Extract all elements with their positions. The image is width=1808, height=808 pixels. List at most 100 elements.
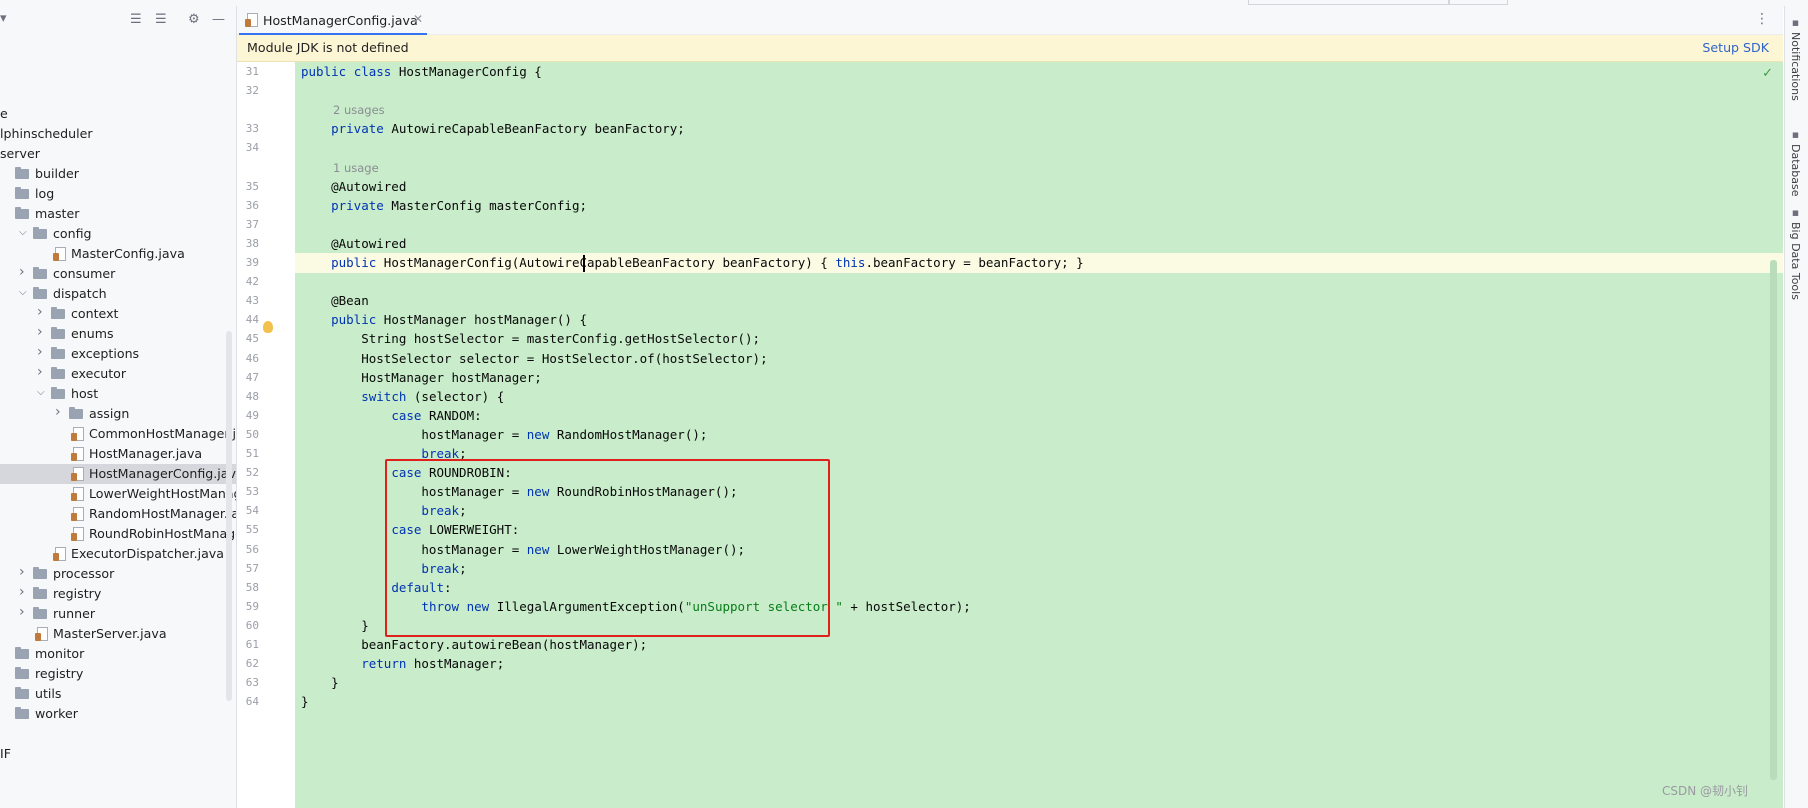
tree-folder-item[interactable]: utils xyxy=(0,684,236,704)
chevron-down-icon[interactable]: ⌵ xyxy=(19,227,27,238)
folder-icon xyxy=(33,267,47,279)
lightbulb-icon[interactable] xyxy=(263,321,273,333)
line-number: 35 xyxy=(245,180,259,193)
code-line: return hostManager; xyxy=(361,656,505,671)
inspection-ok-icon: ✓ xyxy=(1762,66,1773,81)
project-scrollbar[interactable] xyxy=(226,331,232,701)
folder-icon xyxy=(33,227,47,239)
tree-folder-item[interactable]: › registry xyxy=(0,584,236,604)
tree-folder-item[interactable]: log xyxy=(0,184,236,204)
tree-item-label: processor xyxy=(53,566,115,581)
tree-folder-item[interactable]: worker xyxy=(0,704,236,724)
java-file-icon xyxy=(71,447,84,461)
usage-hint[interactable]: 2 usages xyxy=(333,103,385,117)
chevron-right-icon[interactable]: › xyxy=(37,364,43,380)
tree-folder-item[interactable]: e xyxy=(0,104,236,124)
tree-file-item[interactable]: MasterServer.java xyxy=(0,624,236,644)
tree-file-item[interactable]: HostManager.java xyxy=(0,444,236,464)
chevron-down-icon[interactable]: ⌵ xyxy=(19,287,27,298)
editor-scrollbar[interactable] xyxy=(1770,260,1777,780)
code-line: public HostManager hostManager() { xyxy=(331,312,587,327)
tree-folder-item[interactable] xyxy=(0,724,236,744)
tree-folder-item[interactable]: › processor xyxy=(0,564,236,584)
code-line: @Autowired xyxy=(301,236,407,251)
chevron-right-icon[interactable]: › xyxy=(55,404,61,420)
tree-item-label: ExecutorDispatcher.java xyxy=(71,546,224,561)
line-number: 33 xyxy=(245,122,259,135)
tree-folder-item[interactable]: › assign xyxy=(0,404,236,424)
watermark: CSDN @韧小钊 xyxy=(1662,784,1749,798)
gear-icon[interactable]: ⚙ xyxy=(188,12,200,27)
tree-folder-item[interactable]: lphinscheduler xyxy=(0,124,236,144)
folder-icon xyxy=(51,347,65,359)
tree-folder-item[interactable]: server xyxy=(0,144,236,164)
tree-item-label: lphinscheduler xyxy=(0,126,93,141)
chevron-right-icon[interactable]: › xyxy=(37,344,43,360)
tree-file-item[interactable]: CommonHostManager.java xyxy=(0,424,236,444)
code-line: } xyxy=(301,618,369,633)
chevron-right-icon[interactable]: › xyxy=(19,564,25,580)
tree-folder-item[interactable]: ⌵ dispatch xyxy=(0,284,236,304)
tree-folder-item[interactable]: registry xyxy=(0,664,236,684)
chevron-right-icon[interactable]: › xyxy=(19,584,25,600)
tree-folder-item[interactable]: › consumer xyxy=(0,264,236,284)
project-panel: ▾ ☰ ☰ ⚙ — e lphinscheduler server builder lo… xyxy=(0,6,237,808)
tree-folder-item[interactable]: ⌵ host xyxy=(0,384,236,404)
line-number: 45 xyxy=(245,332,259,345)
code-editor[interactable]: ✓ public class HostManagerConfig {2 usag… xyxy=(295,62,1783,808)
line-number: 58 xyxy=(245,581,259,594)
close-icon[interactable]: ✕ xyxy=(413,12,423,26)
editor-tab-bar: HostManagerConfig.java ✕ ⋮ xyxy=(237,6,1783,35)
folder-icon xyxy=(33,567,47,579)
code-line: private MasterConfig masterConfig; xyxy=(331,198,587,213)
tree-folder-item[interactable]: › enums xyxy=(0,324,236,344)
chevron-right-icon[interactable]: › xyxy=(37,304,43,320)
folder-icon xyxy=(15,667,29,679)
chevron-right-icon[interactable]: › xyxy=(19,604,25,620)
usage-hint[interactable]: 1 usage xyxy=(333,161,379,175)
chevron-right-icon[interactable]: › xyxy=(37,324,43,340)
tab-hostmanagerconfig[interactable]: HostManagerConfig.java ✕ xyxy=(237,6,429,35)
more-options-icon[interactable]: ⋮ xyxy=(1755,11,1769,27)
java-file-icon xyxy=(71,467,84,481)
folder-icon xyxy=(69,407,83,419)
tool-window-database[interactable]: ▪ Database xyxy=(1789,128,1802,197)
tree-file-item[interactable]: MasterConfig.java xyxy=(0,244,236,264)
toolbar-segment xyxy=(1448,0,1508,5)
tree-folder-item[interactable]: builder xyxy=(0,164,236,184)
line-number: 61 xyxy=(245,638,259,651)
folder-icon xyxy=(51,367,65,379)
dropdown-icon[interactable]: ▾ xyxy=(0,11,7,26)
java-file-icon xyxy=(71,487,84,501)
tree-folder-item[interactable]: IF xyxy=(0,744,236,764)
tree-file-item[interactable]: RandomHostManager.java xyxy=(0,504,236,524)
tree-file-item[interactable]: RoundRobinHostManager.ja xyxy=(0,524,236,544)
chevron-down-icon[interactable]: ⌵ xyxy=(37,387,45,398)
tree-file-item[interactable]: LowerWeightHostManager.j xyxy=(0,484,236,504)
tree-file-item[interactable]: ExecutorDispatcher.java xyxy=(0,544,236,564)
tree-folder-item[interactable]: monitor xyxy=(0,644,236,664)
tree-item-label: MasterServer.java xyxy=(53,626,167,641)
tree-folder-item[interactable]: › context xyxy=(0,304,236,324)
chevron-right-icon[interactable]: › xyxy=(19,264,25,280)
tree-folder-item[interactable]: › runner xyxy=(0,604,236,624)
java-file-icon xyxy=(35,627,48,641)
line-number: 49 xyxy=(245,409,259,422)
tree-folder-item[interactable]: master xyxy=(0,204,236,224)
tool-window-big-data-tools[interactable]: ▪ Big Data Tools xyxy=(1789,206,1802,300)
setup-sdk-link[interactable]: Setup SDK xyxy=(1702,40,1769,55)
line-number: 63 xyxy=(245,676,259,689)
tree-file-item[interactable]: HostManagerConfig.java xyxy=(0,464,236,484)
expand-all-icon[interactable]: ☰ xyxy=(130,12,142,27)
tree-folder-item[interactable]: ⌵ config xyxy=(0,224,236,244)
collapse-all-icon[interactable]: ☰ xyxy=(155,12,167,27)
code-line: } xyxy=(301,675,339,690)
line-number: 56 xyxy=(245,543,259,556)
tree-folder-item[interactable]: › exceptions xyxy=(0,344,236,364)
tool-window-notifications[interactable]: ▪ Notifications xyxy=(1789,16,1802,101)
java-file-icon xyxy=(245,13,258,27)
code-line: } xyxy=(301,694,309,709)
tree-folder-item[interactable]: › executor xyxy=(0,364,236,384)
code-line: String hostSelector = masterConfig.getHo… xyxy=(301,331,761,346)
minimize-icon[interactable]: — xyxy=(212,12,225,27)
